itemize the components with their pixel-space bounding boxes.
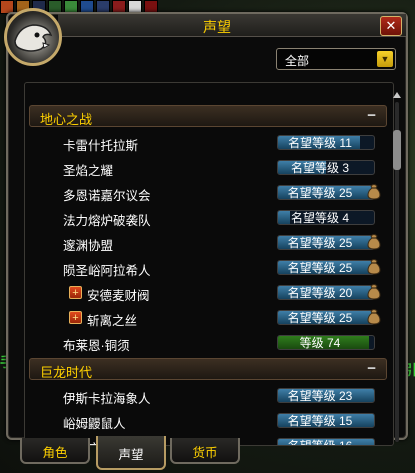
- expand-plus-icon[interactable]: +: [69, 311, 82, 324]
- faction-name: 圣焰之耀: [63, 164, 114, 178]
- faction-row[interactable]: 峪姆鼹鼠人 名望等级 15: [25, 409, 393, 434]
- scroll-up-icon[interactable]: [393, 92, 401, 98]
- tab-label: 声望: [118, 448, 144, 462]
- paragon-bag-icon[interactable]: [367, 183, 381, 200]
- close-icon: ✕: [385, 18, 397, 33]
- scroll-thumb[interactable]: [393, 130, 401, 170]
- reputation-status: 名望等级 25: [287, 261, 353, 275]
- reputation-status: 名望等级 16: [287, 439, 353, 446]
- chevron-down-icon[interactable]: ▼: [377, 51, 393, 67]
- faction-name: 安德麦财阀: [87, 289, 150, 303]
- tab-label: 货币: [192, 446, 218, 460]
- faction-name: 法力熔炉破袭队: [63, 214, 151, 228]
- reputation-bar: 名望等级 11: [277, 135, 375, 150]
- reputation-bar: 名望等级 15: [277, 413, 375, 428]
- paragon-bag-icon[interactable]: [367, 283, 381, 300]
- close-button[interactable]: ✕: [380, 16, 402, 36]
- faction-row[interactable]: 多恩诺嘉尔议会 名望等级 25: [25, 181, 393, 206]
- reputation-status: 等级 74: [299, 336, 341, 350]
- tab-currency[interactable]: 货币: [170, 438, 240, 464]
- faction-name: 卡雷什托拉斯: [63, 139, 139, 153]
- reputation-bar: 名望等级 20: [277, 285, 375, 300]
- reputation-bar: 名望等级 23: [277, 388, 375, 403]
- tab-reputation[interactable]: 声望: [96, 436, 166, 470]
- category-label: 地心之战: [40, 112, 93, 127]
- reputation-status: 名望等级 25: [287, 186, 353, 200]
- paragon-bag-icon[interactable]: [367, 258, 381, 275]
- faction-row[interactable]: + 斩离之丝 名望等级 25: [25, 306, 393, 331]
- reputation-status: 名望等级 4: [290, 211, 349, 225]
- faction-row[interactable]: 陨圣峪阿拉希人 名望等级 25: [25, 256, 393, 281]
- faction-name: 伊斯卡拉海象人: [63, 392, 151, 406]
- portrait-creature-icon: [14, 24, 53, 52]
- faction-row[interactable]: 布莱恩·铜须 等级 74: [25, 331, 393, 356]
- tab-character[interactable]: 角色: [20, 438, 90, 464]
- reputation-status: 名望等级 25: [287, 311, 353, 325]
- scrollbar[interactable]: [392, 92, 402, 444]
- category-header[interactable]: 巨龙时代 −: [29, 358, 387, 380]
- faction-name: 邃渊协盟: [63, 239, 114, 253]
- reputation-status: 名望等级 20: [287, 286, 353, 300]
- title-bar[interactable]: 声望 ✕: [58, 14, 406, 37]
- paragon-bag-icon[interactable]: [367, 308, 381, 325]
- reputation-status: 名望等级 15: [287, 414, 353, 428]
- reputation-filter-dropdown[interactable]: 全部 ▼: [276, 48, 396, 70]
- tab-label: 角色: [42, 446, 68, 460]
- dropdown-selected: 全部: [285, 54, 310, 68]
- reputation-bar: 名望等级 25: [277, 310, 375, 325]
- faction-row[interactable]: 卡雷什托拉斯 名望等级 11: [25, 131, 393, 156]
- faction-row[interactable]: 法力熔炉破袭队 名望等级 4: [25, 206, 393, 231]
- reputation-bar: 名望等级 25: [277, 260, 375, 275]
- reputation-status: 名望等级 3: [290, 161, 349, 175]
- reputation-bar: 名望等级 25: [277, 185, 375, 200]
- faction-name: 峪姆鼹鼠人: [63, 417, 126, 431]
- collapse-icon[interactable]: −: [367, 107, 376, 124]
- faction-row[interactable]: 邃渊协盟 名望等级 25: [25, 231, 393, 256]
- category-label: 巨龙时代: [40, 365, 93, 380]
- faction-name: 多恩诺嘉尔议会: [63, 189, 151, 203]
- faction-row[interactable]: 圣焰之耀 名望等级 3: [25, 156, 393, 181]
- reputation-status: 名望等级 11: [288, 136, 352, 150]
- reputation-bar: 名望等级 25: [277, 235, 375, 250]
- reputation-window: 声望 ✕ 全部 ▼ 地心之战 − 卡雷什托拉斯 名望等级 11 圣焰之耀 名望等级…: [4, 8, 408, 446]
- faction-row[interactable]: 伊斯卡拉海象人 名望等级 23: [25, 384, 393, 409]
- faction-row[interactable]: + 安德麦财阀 名望等级 20: [25, 281, 393, 306]
- reputation-bar: 名望等级 3: [277, 160, 375, 175]
- reputation-bar: 等级 74: [277, 335, 375, 350]
- reputation-bar: 名望等级 4: [277, 210, 375, 225]
- expand-plus-icon[interactable]: +: [69, 286, 82, 299]
- character-portrait: [4, 8, 62, 66]
- paragon-bag-icon[interactable]: [367, 233, 381, 250]
- reputation-list: 地心之战 − 卡雷什托拉斯 名望等级 11 圣焰之耀 名望等级 3 多恩诺嘉尔议会…: [24, 82, 394, 446]
- faction-name: 斩离之丝: [87, 314, 138, 328]
- window-title: 声望: [203, 19, 231, 35]
- category-header[interactable]: 地心之战 −: [29, 105, 387, 127]
- reputation-bar: 名望等级 16: [277, 438, 375, 446]
- faction-name: 布莱恩·铜须: [63, 339, 130, 353]
- faction-name: 陨圣峪阿拉希人: [63, 264, 151, 278]
- reputation-status: 名望等级 23: [287, 389, 353, 403]
- reputation-status: 名望等级 25: [287, 236, 353, 250]
- collapse-icon[interactable]: −: [367, 360, 376, 377]
